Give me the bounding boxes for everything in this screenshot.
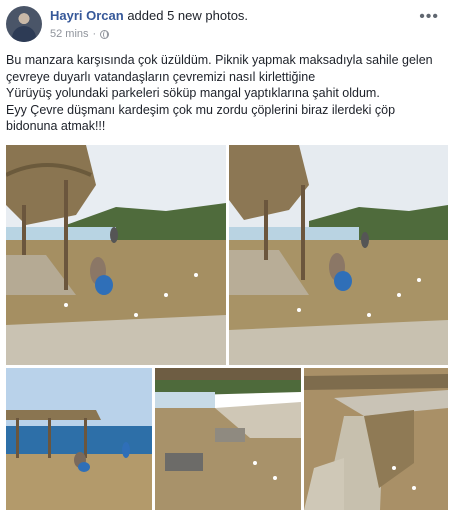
post-text-line: Yürüyüş yolundaki parkeleri söküp mangal…	[6, 86, 380, 100]
avatar[interactable]	[6, 6, 42, 42]
author-name[interactable]: Hayri Orcan	[50, 8, 124, 23]
post-timestamp-row: 52 mins ·	[50, 28, 110, 40]
post-header: Hayri Orcan added 5 new photos. 52 mins …	[6, 6, 453, 46]
photo-5-image	[304, 368, 448, 510]
photo-1-image	[6, 145, 226, 365]
photo-4-image	[155, 368, 301, 510]
photo-3-image	[6, 368, 152, 510]
post-action: added 5 new photos.	[127, 8, 249, 23]
post-time[interactable]: 52 mins	[50, 28, 89, 40]
separator: ·	[92, 28, 97, 40]
photo-2-image	[229, 145, 448, 365]
photo-5[interactable]	[304, 368, 448, 510]
post-text-line: Eyy Çevre düşmanı kardeşim çok mu zordu …	[6, 102, 396, 117]
post-meta: Hayri Orcan added 5 new photos.	[50, 8, 248, 23]
post-text-line: Bu manzara karşısında çok üzüldüm. Pikni…	[6, 53, 433, 67]
photo-3[interactable]	[6, 368, 152, 510]
post-text-line: bidonuna atmak!!!	[6, 119, 106, 133]
globe-icon[interactable]	[100, 29, 110, 39]
post-text: Bu manzara karşısında çok üzüldüm. Pikni…	[6, 52, 446, 135]
photo-1[interactable]	[6, 145, 226, 365]
post-text-line: çevreye duyarlı vatandaşların çevremizi …	[6, 69, 316, 84]
more-options-icon[interactable]: •••	[419, 9, 439, 25]
photo-2[interactable]	[229, 145, 448, 365]
photo-4[interactable]	[155, 368, 301, 510]
